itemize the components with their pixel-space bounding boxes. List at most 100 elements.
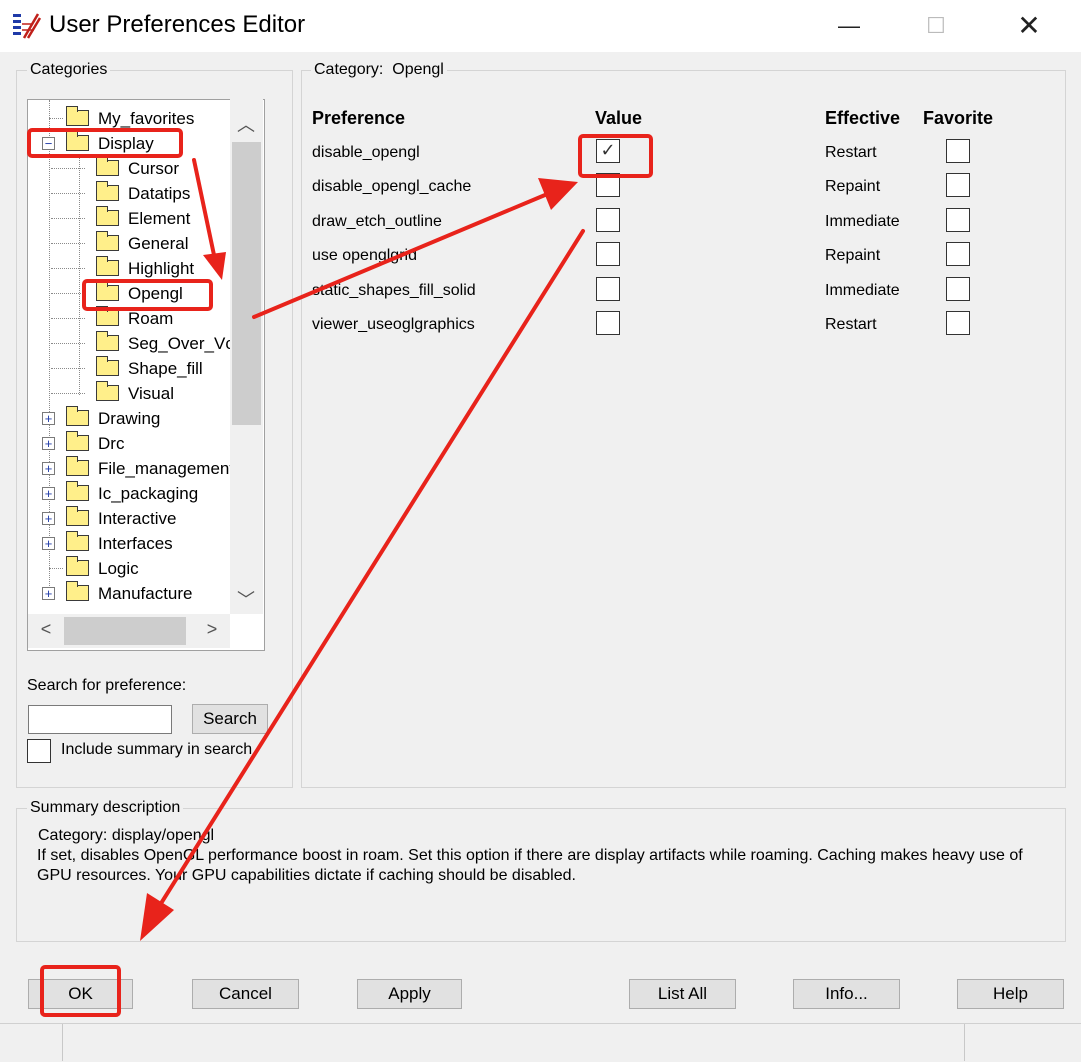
folder-icon xyxy=(66,531,89,551)
tree-item-interfaces[interactable]: + Interfaces xyxy=(28,531,228,556)
favorite-checkbox[interactable] xyxy=(946,208,970,232)
favorite-checkbox[interactable] xyxy=(946,311,970,335)
expand-plus-icon[interactable]: + xyxy=(42,512,55,525)
tree-item-ic-packaging[interactable]: + Ic_packaging xyxy=(28,481,228,506)
tree-connector xyxy=(51,168,85,169)
tree-item-drc[interactable]: + Drc xyxy=(28,431,228,456)
categories-group-label: Categories xyxy=(27,61,111,79)
tree-item-label: Visual xyxy=(128,384,174,403)
tree-item-interactive[interactable]: + Interactive xyxy=(28,506,228,531)
value-checkbox[interactable] xyxy=(596,208,620,232)
folder-icon xyxy=(96,231,119,251)
tree-item-seg-over-vc[interactable]: Seg_Over_Vc xyxy=(51,331,234,356)
tree-item-label: Highlight xyxy=(128,259,195,278)
annotation-box-opengl xyxy=(82,279,213,311)
close-button[interactable]: ✕ xyxy=(1006,8,1052,44)
minimize-button[interactable]: — xyxy=(826,8,872,44)
tree-connector xyxy=(51,293,85,294)
list-all-button[interactable]: List All xyxy=(629,979,736,1009)
tree-item-drawing[interactable]: + Drawing xyxy=(28,406,228,431)
folder-icon xyxy=(96,331,119,351)
include-summary-checkbox[interactable] xyxy=(27,739,51,763)
folder-icon xyxy=(96,256,119,276)
scroll-left-arrow-icon[interactable]: < xyxy=(36,619,56,639)
tree-item-label: General xyxy=(128,234,189,253)
tree-item-label: Interfaces xyxy=(98,534,173,553)
expand-plus-icon[interactable]: + xyxy=(42,462,55,475)
expand-plus-icon[interactable]: + xyxy=(42,587,55,600)
tree-item-shape-fill[interactable]: Shape_fill xyxy=(51,356,228,381)
preference-name: draw_etch_outline xyxy=(312,213,442,230)
tree-horizontal-scroll-thumb[interactable] xyxy=(64,617,186,645)
preference-name: use openglgrid xyxy=(312,247,417,264)
tree-item-label: Shape_fill xyxy=(128,359,203,378)
tree-item-label: Cursor xyxy=(128,159,180,178)
info-button[interactable]: Info... xyxy=(793,979,900,1009)
tree-item-label: Interactive xyxy=(98,509,177,528)
annotation-box-value-checkbox xyxy=(578,134,653,178)
scroll-down-arrow-icon[interactable]: ﹀ xyxy=(236,586,256,610)
folder-icon xyxy=(66,581,89,601)
status-divider xyxy=(62,1024,63,1061)
folder-icon xyxy=(66,506,89,526)
tree-item-label: Seg_Over_Vc xyxy=(128,334,234,353)
tree-item-label: Element xyxy=(128,209,191,228)
favorite-checkbox[interactable] xyxy=(946,173,970,197)
tree-item-label: Ic_packaging xyxy=(98,484,199,503)
preference-name: disable_opengl xyxy=(312,144,420,161)
search-button[interactable]: Search xyxy=(192,704,268,734)
tree-item-manufacture[interactable]: + Manufacture xyxy=(28,581,228,606)
tree-connector xyxy=(51,268,85,269)
summary-body-text: If set, disables OpenGL performance boos… xyxy=(37,847,1023,884)
tree-item-cursor[interactable]: Cursor xyxy=(51,156,228,181)
tree-connector xyxy=(51,393,85,394)
preference-name: viewer_useoglgraphics xyxy=(312,316,475,333)
tree-connector xyxy=(51,368,85,369)
expand-plus-icon[interactable]: + xyxy=(42,487,55,500)
value-checkbox[interactable] xyxy=(596,242,620,266)
category-heading-value: Opengl xyxy=(392,61,444,78)
effective-value: Repaint xyxy=(825,247,881,264)
folder-icon xyxy=(66,431,89,451)
tree-item-file-management[interactable]: + File_management xyxy=(28,456,234,481)
expand-plus-icon[interactable]: + xyxy=(42,437,55,450)
tree-item-logic[interactable]: Logic xyxy=(28,556,228,581)
tree-item-label: Drawing xyxy=(98,409,161,428)
effective-value: Restart xyxy=(825,316,877,333)
tree-item-visual[interactable]: Visual xyxy=(51,381,228,406)
tree-item-datatips[interactable]: Datatips xyxy=(51,181,228,206)
folder-icon xyxy=(96,356,119,376)
value-checkbox[interactable] xyxy=(596,277,620,301)
category-heading-label: Category: xyxy=(314,61,384,78)
help-button[interactable]: Help xyxy=(957,979,1064,1009)
folder-icon xyxy=(96,206,119,226)
folder-icon xyxy=(66,106,89,126)
apply-button[interactable]: Apply xyxy=(357,979,462,1009)
maximize-button[interactable]: ☐ xyxy=(913,8,959,44)
tree-connector xyxy=(51,343,85,344)
summary-category-line: Category: display/opengl xyxy=(38,827,215,844)
category-heading: Category: Opengl xyxy=(311,61,447,79)
tree-item-element[interactable]: Element xyxy=(51,206,228,231)
search-input[interactable] xyxy=(28,705,172,734)
effective-value: Repaint xyxy=(825,178,881,195)
tree-vertical-scroll-thumb[interactable] xyxy=(232,142,261,425)
expand-plus-icon[interactable]: + xyxy=(42,537,55,550)
favorite-checkbox[interactable] xyxy=(946,139,970,163)
expand-plus-icon[interactable]: + xyxy=(42,412,55,425)
favorite-checkbox[interactable] xyxy=(946,242,970,266)
tree-item-general[interactable]: General xyxy=(51,231,228,256)
preference-name: static_shapes_fill_solid xyxy=(312,282,476,299)
tree-item-highlight[interactable]: Highlight xyxy=(51,256,228,281)
summary-group-label: Summary description xyxy=(27,799,184,817)
scroll-right-arrow-icon[interactable]: > xyxy=(202,619,222,639)
scroll-up-arrow-icon[interactable]: ︿ xyxy=(236,111,256,135)
title-bar: User Preferences Editor — ☐ ✕ xyxy=(0,0,1081,52)
cancel-button[interactable]: Cancel xyxy=(192,979,299,1009)
app-icon xyxy=(13,13,42,39)
favorite-checkbox[interactable] xyxy=(946,277,970,301)
value-checkbox[interactable] xyxy=(596,311,620,335)
include-summary-label: Include summary in search xyxy=(61,741,253,758)
column-header-favorite: Favorite xyxy=(923,108,994,128)
tree-item-label: Datatips xyxy=(128,184,191,203)
